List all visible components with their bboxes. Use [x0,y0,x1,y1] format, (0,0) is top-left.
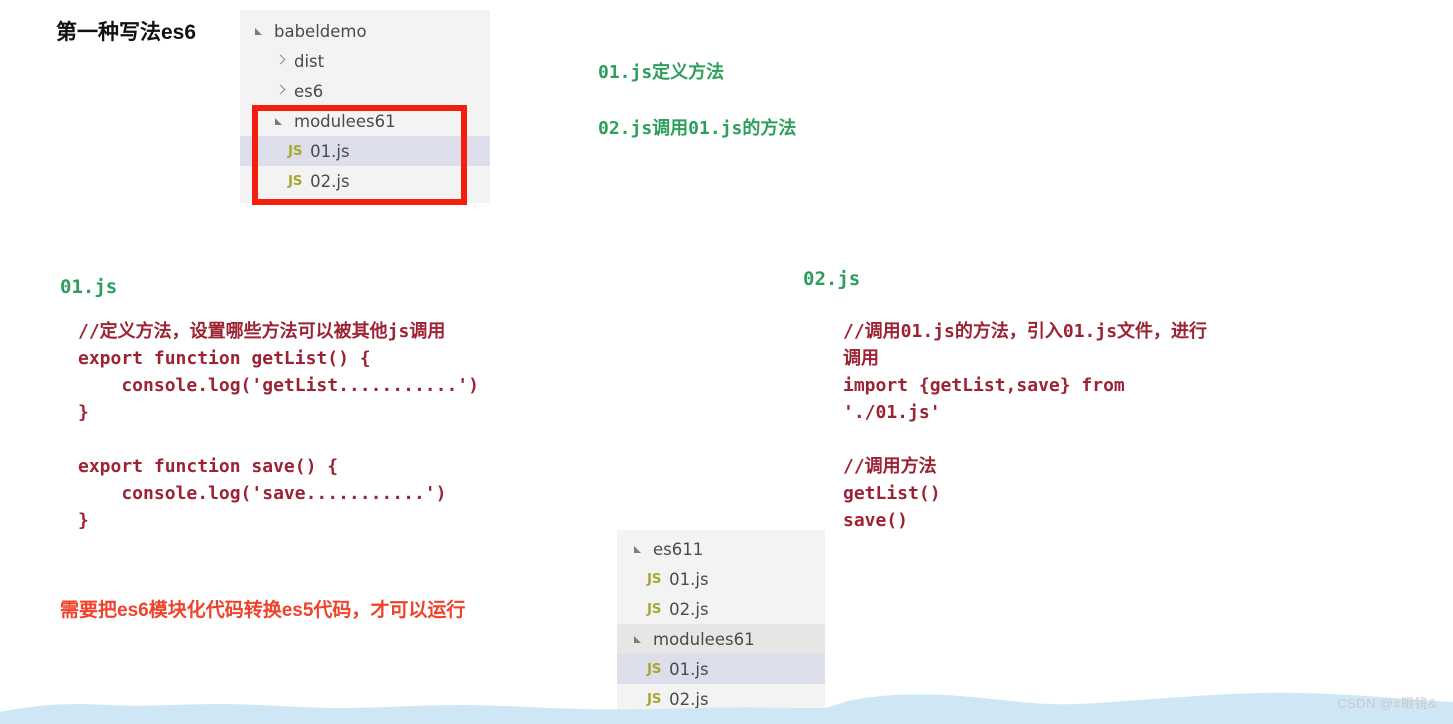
tree-item-label: 01.js [310,141,350,161]
code-block-02js: //调用01.js的方法，引入01.js文件，进行调用 import {getL… [843,321,1208,531]
chevron-down-icon[interactable] [274,115,287,128]
annotation-note-01: 01.js定义方法 [598,62,725,83]
tree-folder-row[interactable]: dist [240,46,490,76]
js-file-icon: JS [288,143,303,159]
annotation-note-02: 02.js调用01.js的方法 [598,118,797,139]
tree-item-label: 02.js [669,689,709,709]
tree-item-label: babeldemo [274,21,367,41]
tree-item-label: es6 [294,81,324,101]
tree-file-row[interactable]: JS 02.js [617,684,825,714]
tree-folder-row[interactable]: babeldemo [240,16,490,46]
tree-item-label: 02.js [310,171,350,191]
tree-folder-row[interactable]: es6 [240,76,490,106]
tree-folder-row[interactable]: es611 [617,534,825,564]
tree-item-label: es611 [653,539,704,559]
code-block-01js: //定义方法，设置哪些方法可以被其他js调用 export function g… [78,321,479,531]
chevron-down-icon[interactable] [254,25,267,38]
code-heading-02js: 02.js [803,268,861,290]
tree-folder-row[interactable]: modulees61 [617,624,825,654]
tree-file-row[interactable]: JS 02.js [240,166,490,196]
tree-file-row[interactable]: JS 01.js [617,654,825,684]
tree-file-row[interactable]: JS 02.js [617,594,825,624]
chevron-down-icon[interactable] [633,633,646,646]
file-tree-panel-top[interactable]: babeldemo dist es6 modulees61 JS 01.js JS 02.js [240,10,490,203]
csdn-watermark: CSDN @#眼镜& [1337,696,1437,711]
tree-item-label: 01.js [669,569,709,589]
tree-file-row[interactable]: JS 01.js [617,564,825,594]
tree-item-label: modulees61 [653,629,755,649]
tree-item-label: 02.js [669,599,709,619]
js-file-icon: JS [647,601,662,617]
tree-folder-row[interactable]: modulees61 [240,106,490,136]
js-file-icon: JS [647,571,662,587]
tree-item-label: modulees61 [294,111,396,131]
chevron-right-icon[interactable] [274,85,287,98]
js-file-icon: JS [647,661,662,677]
chevron-right-icon[interactable] [274,55,287,68]
page-title: 第一种写法es6 [56,21,197,44]
tree-item-label: dist [294,51,325,71]
file-tree-panel-bottom[interactable]: es611 JS 01.js JS 02.js modulees61 JS 01.js JS 02… [617,530,825,724]
chevron-down-icon[interactable] [633,543,646,556]
warning-note: 需要把es6模块化代码转换es5代码，才可以运行 [60,600,466,621]
tree-item-label: 01.js [669,659,709,679]
js-file-icon: JS [288,173,303,189]
js-file-icon: JS [647,691,662,707]
tree-file-row[interactable]: JS 01.js [240,136,490,166]
code-heading-01js: 01.js [60,276,118,298]
